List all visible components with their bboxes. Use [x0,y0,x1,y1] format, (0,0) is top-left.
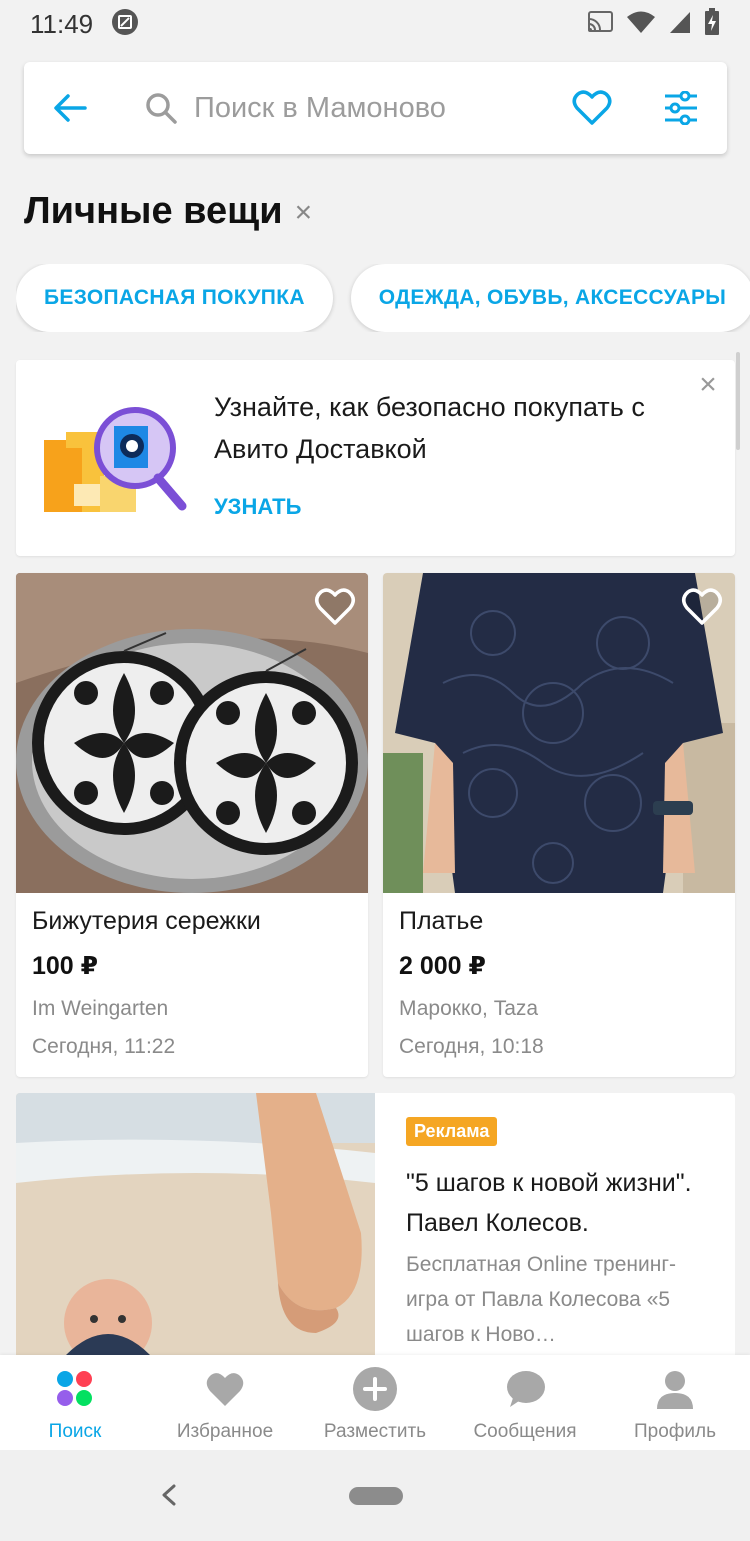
listing-location: Im Weingarten [32,997,169,1020]
bottom-navigation: Поиск Избранное Разместить Сообщения Про… [0,1355,750,1450]
screenshot-notification-icon [111,8,139,41]
listing-price: 2 000 ₽ [399,952,486,980]
nav-label: Поиск [48,1421,102,1442]
ad-photo [16,1093,375,1355]
ad-title: "5 шагов к новой жизни". Павел Колесов. [406,1169,692,1237]
favorites-heart-icon[interactable] [571,87,613,129]
chip-clothes-shoes-accessories[interactable]: ОДЕЖДА, ОБУВЬ, АКСЕССУАРЫ [350,264,750,332]
listing-location: Марокко, Taza [399,997,539,1020]
ad-description: Бесплатная Online тренинг-игра от Павла … [406,1253,676,1346]
nav-label: Разместить [323,1421,427,1442]
cell-signal-icon [668,10,692,39]
nav-profile[interactable]: Профиль [600,1355,750,1450]
system-navigation-bar [0,1450,750,1541]
status-time: 11:49 [30,8,94,39]
listing-date: Сегодня, 10:18 [399,1035,544,1058]
search-bar [24,62,727,154]
nav-label: Профиль [633,1421,717,1442]
promo-banner: Узнайте, как безопасно покупать с Авито … [16,360,735,556]
promo-text: Узнайте, как безопасно покупать с Авито … [214,392,645,464]
category-header: Личные вещи × [24,190,312,233]
system-home-pill[interactable] [349,1487,403,1505]
listing-card-dress[interactable]: Платье 2 000 ₽ Марокко, Taza Сегодня, 10… [383,573,735,1077]
listing-title: Платье [399,907,484,935]
listing-card-earrings[interactable]: Бижутерия сережки 100 ₽ Im Weingarten Се… [16,573,368,1077]
battery-charging-icon [704,7,720,41]
wifi-icon [626,10,656,39]
heart-icon [203,1367,247,1411]
favorite-heart-icon[interactable] [681,587,723,627]
filter-chips: БЕЗОПАСНАЯ ПОКУПКА ОДЕЖДА, ОБУВЬ, АКСЕСС… [16,264,750,332]
search-icon [142,89,180,127]
nav-post[interactable]: Разместить [300,1355,450,1450]
system-back-icon[interactable] [154,1478,184,1512]
status-icons [586,7,720,41]
status-bar: 11:49 [0,0,750,48]
ad-badge: Реклама [406,1117,498,1146]
listing-price: 100 ₽ [32,952,99,980]
delivery-magnifier-illustration [44,407,187,512]
nav-label: Избранное [176,1421,274,1442]
nav-label: Сообщения [473,1421,577,1442]
favorite-heart-icon[interactable] [314,587,356,627]
nav-favorites[interactable]: Избранное [150,1355,300,1450]
page-title: Личные вещи [24,190,283,232]
ad-card[interactable]: Реклама "5 шагов к новой жизни". Павел К… [16,1093,735,1355]
search-input[interactable] [194,91,554,125]
chip-safe-purchase[interactable]: БЕЗОПАСНАЯ ПОКУПКА [16,264,333,332]
clear-category-icon[interactable]: × [295,196,313,230]
filter-icon[interactable] [661,88,701,128]
nav-messages[interactable]: Сообщения [450,1355,600,1450]
back-arrow-icon[interactable] [50,88,90,128]
promo-learn-link[interactable]: УЗНАТЬ [214,494,301,520]
listing-title: Бижутерия сережки [32,907,261,935]
cast-icon [586,10,614,39]
close-icon[interactable]: × [691,368,725,402]
scrollbar-thumb[interactable] [736,352,740,450]
person-icon [653,1367,697,1411]
plus-circle-icon [353,1367,397,1411]
listing-date: Сегодня, 11:22 [32,1035,176,1058]
chat-bubble-icon [503,1367,547,1411]
search-dots-icon [53,1367,97,1411]
nav-search[interactable]: Поиск [0,1355,150,1450]
